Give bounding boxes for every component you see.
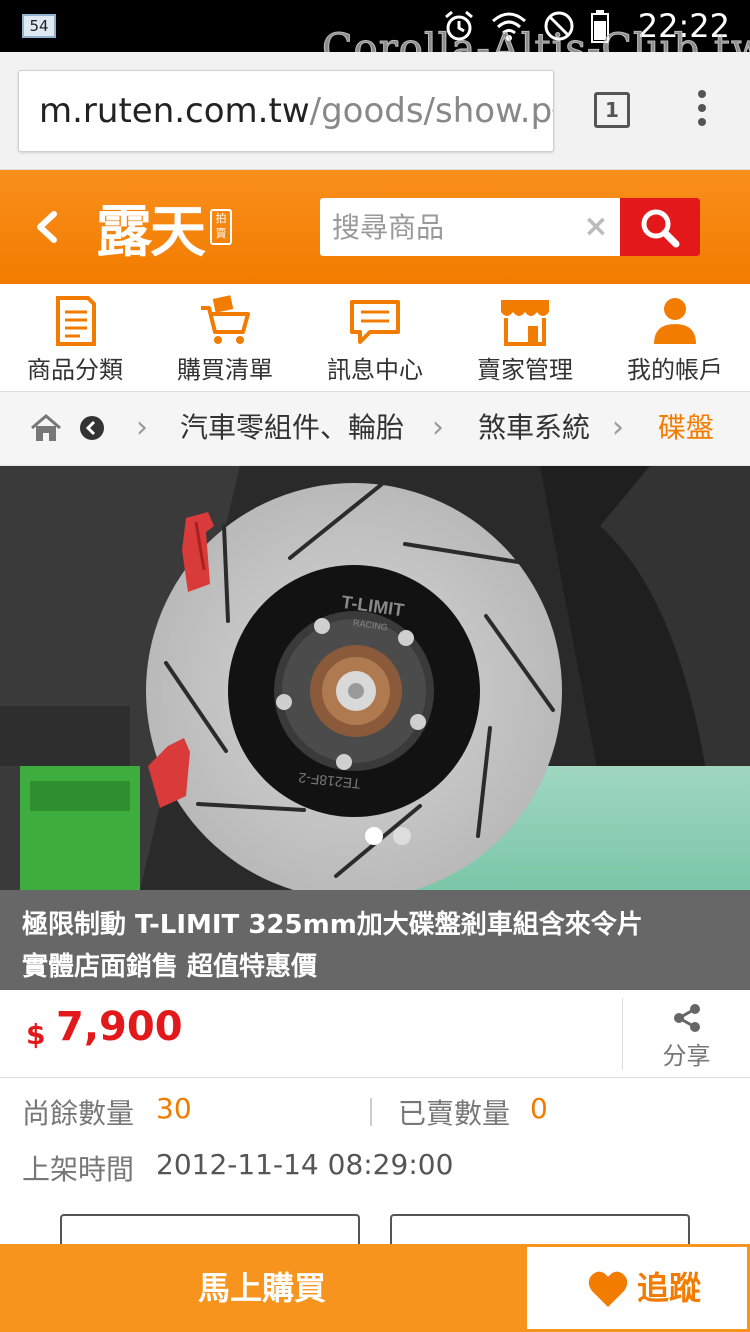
logo-tag: 拍賣 [210,209,232,245]
message-icon [350,300,400,344]
nav-item-seller[interactable]: 賣家管理 [450,284,600,392]
logo-text: 露天 [96,198,206,265]
carousel-dot-active[interactable] [365,827,383,845]
listed-value: 2012-11-14 08:29:00 [156,1148,454,1181]
listed-label: 上架時間 [22,1153,135,1186]
track-label: 追蹤 [637,1269,702,1307]
search-input[interactable] [320,198,618,256]
url-bar[interactable]: m.ruten.com.tw/goods/show.pł [18,70,554,152]
notification-badge: 54 [22,14,56,38]
tab-switcher-button[interactable]: 1 [594,92,630,128]
overflow-menu-icon[interactable] [690,90,714,134]
breadcrumb-separator: › [432,410,444,445]
sold-value: 0 [530,1092,548,1125]
remaining-value: 30 [156,1092,192,1125]
carousel-dot[interactable] [393,827,411,845]
breadcrumb-separator: › [612,410,624,445]
site-header: 露天 拍賣 × [0,170,750,284]
breadcrumb-item-brake-system[interactable]: 煞車系統 [478,406,590,446]
track-button[interactable]: 追蹤 [524,1244,750,1332]
bottom-action-bar: 馬上購買 追蹤 [0,1244,750,1332]
status-bar: 54 22:22 Corolla-Altis-Club.tw [0,0,750,73]
user-icon [654,298,696,344]
search-box: × [320,198,700,256]
product-title-line1: 極限制動 T-LIMIT 325mm加大碟盤剎車組含來令片 [22,910,643,940]
store-icon [501,300,549,346]
share-button[interactable]: 分享 [622,998,750,1070]
chevron-left-circle-icon[interactable] [80,416,104,440]
price-currency: $ [26,1018,46,1051]
browser-toolbar: m.ruten.com.tw/goods/show.pł 1 [0,52,750,170]
nav-label: 商品分類 [27,356,123,384]
breadcrumb: › 汽車零組件、輪胎 › 煞車系統 › 碟盤 [0,392,750,466]
product-title: 極限制動 T-LIMIT 325mm加大碟盤剎車組含來令片 實體店面銷售 超值特… [0,890,750,990]
remaining-label: 尚餘數量 [22,1097,135,1130]
info-divider [370,1098,372,1126]
clear-search-icon[interactable]: × [582,212,610,242]
nav-item-cart[interactable]: 購買清單 [150,284,300,392]
heart-icon [588,1271,628,1307]
search-button[interactable] [620,198,700,256]
main-nav: 商品分類 購買清單 訊息中心 賣家管理 我的帳戶 [0,284,750,392]
nav-item-messages[interactable]: 訊息中心 [300,284,450,392]
nav-item-categories[interactable]: 商品分類 [0,284,150,392]
price-value: 7,900 [56,1004,183,1050]
nav-item-account[interactable]: 我的帳戶 [600,284,750,392]
url-path: /goods/show.pł [309,91,554,131]
nav-label: 賣家管理 [477,356,573,384]
nav-label: 我的帳戶 [627,356,723,384]
breadcrumb-item-current: 碟盤 [658,411,715,444]
home-icon[interactable] [30,414,62,442]
price-row: $ 7,900 分享 [0,990,750,1078]
nav-label: 訊息中心 [327,356,423,384]
url-host: m.ruten.com.tw [39,91,310,131]
breadcrumb-separator: › [136,410,148,445]
ruten-logo[interactable]: 露天 拍賣 [96,192,232,265]
buy-now-button[interactable]: 馬上購買 [0,1244,524,1332]
product-title-line2: 實體店面銷售 超值特惠價 [22,952,318,982]
share-label: 分享 [662,1042,711,1070]
sold-label: 已賣數量 [398,1097,511,1130]
cart-icon [201,295,250,344]
share-icon [674,1004,700,1032]
breadcrumb-item-auto-parts[interactable]: 汽車零組件、輪胎 [180,406,404,446]
category-icon [56,296,96,346]
back-arrow-icon[interactable] [28,202,68,252]
search-icon [641,209,680,248]
nav-label: 購買清單 [177,356,273,384]
product-image-carousel[interactable]: T-LIMIT RACING TE218F-2 [0,466,750,890]
